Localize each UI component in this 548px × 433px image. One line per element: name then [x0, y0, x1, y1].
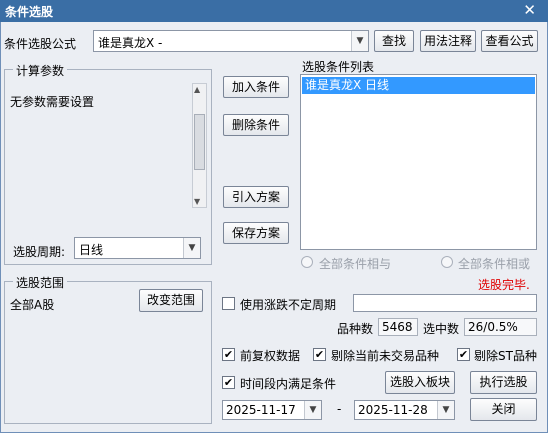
import-scheme-button[interactable]: 引入方案: [223, 186, 289, 208]
condition-list[interactable]: 谁是真龙X 日线: [300, 74, 537, 250]
save-scheme-button[interactable]: 保存方案: [223, 222, 289, 244]
chevron-down-icon[interactable]: ▼: [304, 401, 321, 419]
execute-button[interactable]: 执行选股: [470, 371, 537, 394]
use-period-checkbox[interactable]: [222, 297, 235, 310]
and-radio[interactable]: [301, 256, 313, 268]
end-date-picker[interactable]: 2025-11-28 ▼: [354, 400, 455, 420]
range-value: 全部A股: [10, 298, 55, 312]
dialog-body: 条件选股公式 谁是真龙X - ▼ 查找 用法注释 查看公式 计算参数 无参数需要…: [0, 22, 548, 433]
find-button[interactable]: 查找: [374, 30, 414, 52]
title-bar: 条件选股 ✕: [0, 0, 548, 22]
calc-params-title: 计算参数: [13, 62, 68, 79]
params-scrollbar[interactable]: ▲ ▼: [192, 83, 207, 208]
formula-label: 条件选股公式: [4, 37, 77, 51]
period-input[interactable]: [353, 294, 537, 312]
chevron-down-icon[interactable]: ▼: [437, 401, 454, 419]
delete-condition-button[interactable]: 删除条件: [223, 114, 289, 136]
total-count-value: 5468: [378, 318, 418, 336]
start-date-picker[interactable]: 2025-11-17 ▼: [222, 400, 322, 420]
period-value: 日线: [79, 243, 104, 257]
close-icon[interactable]: ✕: [523, 1, 536, 19]
period-label: 选股周期:: [13, 245, 66, 259]
time-condition-label: 时间段内满足条件: [240, 377, 337, 391]
calc-params-text: 无参数需要设置: [10, 95, 95, 109]
add-condition-button[interactable]: 加入条件: [223, 76, 289, 98]
usage-button[interactable]: 用法注释: [420, 30, 476, 52]
exclude-untraded-checkbox[interactable]: ✔: [313, 348, 326, 361]
adjust-checkbox[interactable]: ✔: [222, 348, 235, 361]
date-separator: -: [337, 402, 342, 416]
period-select[interactable]: 日线 ▼: [74, 237, 201, 259]
to-block-button[interactable]: 选股入板块: [385, 371, 455, 394]
range-group: 选股范围 全部A股 改变范围: [4, 274, 212, 424]
or-radio-label: 全部条件相或: [458, 257, 531, 271]
exclude-st-checkbox[interactable]: ✔: [457, 348, 470, 361]
and-radio-label: 全部条件相与: [319, 257, 392, 271]
formula-value: 谁是真龙X -: [98, 36, 163, 50]
time-condition-checkbox[interactable]: ✔: [222, 376, 235, 389]
use-period-label: 使用涨跌不定周期: [240, 298, 337, 312]
formula-select[interactable]: 谁是真龙X - ▼: [93, 30, 369, 52]
exclude-untraded-label: 剔除当前未交易品种: [331, 349, 440, 363]
condition-list-title: 选股条件列表: [302, 60, 375, 74]
status-text: 选股完毕.: [478, 278, 530, 292]
total-count-label: 品种数: [337, 322, 374, 336]
calc-params-group: 计算参数 无参数需要设置 ▲ ▼ 选股周期: 日线 ▼: [4, 62, 212, 265]
exclude-st-label: 剔除ST品种: [474, 349, 537, 363]
chevron-down-icon[interactable]: ▼: [183, 238, 200, 258]
scroll-down-icon[interactable]: ▼: [194, 197, 200, 206]
close-button[interactable]: 关闭: [470, 398, 537, 421]
change-range-button[interactable]: 改变范围: [139, 289, 203, 312]
or-radio[interactable]: [441, 256, 453, 268]
start-date-value: 2025-11-17: [226, 403, 296, 417]
scroll-up-icon[interactable]: ▲: [194, 85, 200, 94]
chevron-down-icon[interactable]: ▼: [351, 31, 368, 51]
selected-count-label: 选中数: [423, 322, 460, 336]
view-formula-button[interactable]: 查看公式: [481, 30, 538, 52]
scroll-thumb[interactable]: [194, 114, 205, 170]
window-title: 条件选股: [5, 5, 54, 19]
adjust-label: 前复权数据: [240, 349, 301, 363]
list-item[interactable]: 谁是真龙X 日线: [302, 77, 535, 94]
range-title: 选股范围: [13, 274, 68, 291]
end-date-value: 2025-11-28: [358, 403, 428, 417]
selected-count-value: 26/0.5%: [464, 318, 537, 336]
